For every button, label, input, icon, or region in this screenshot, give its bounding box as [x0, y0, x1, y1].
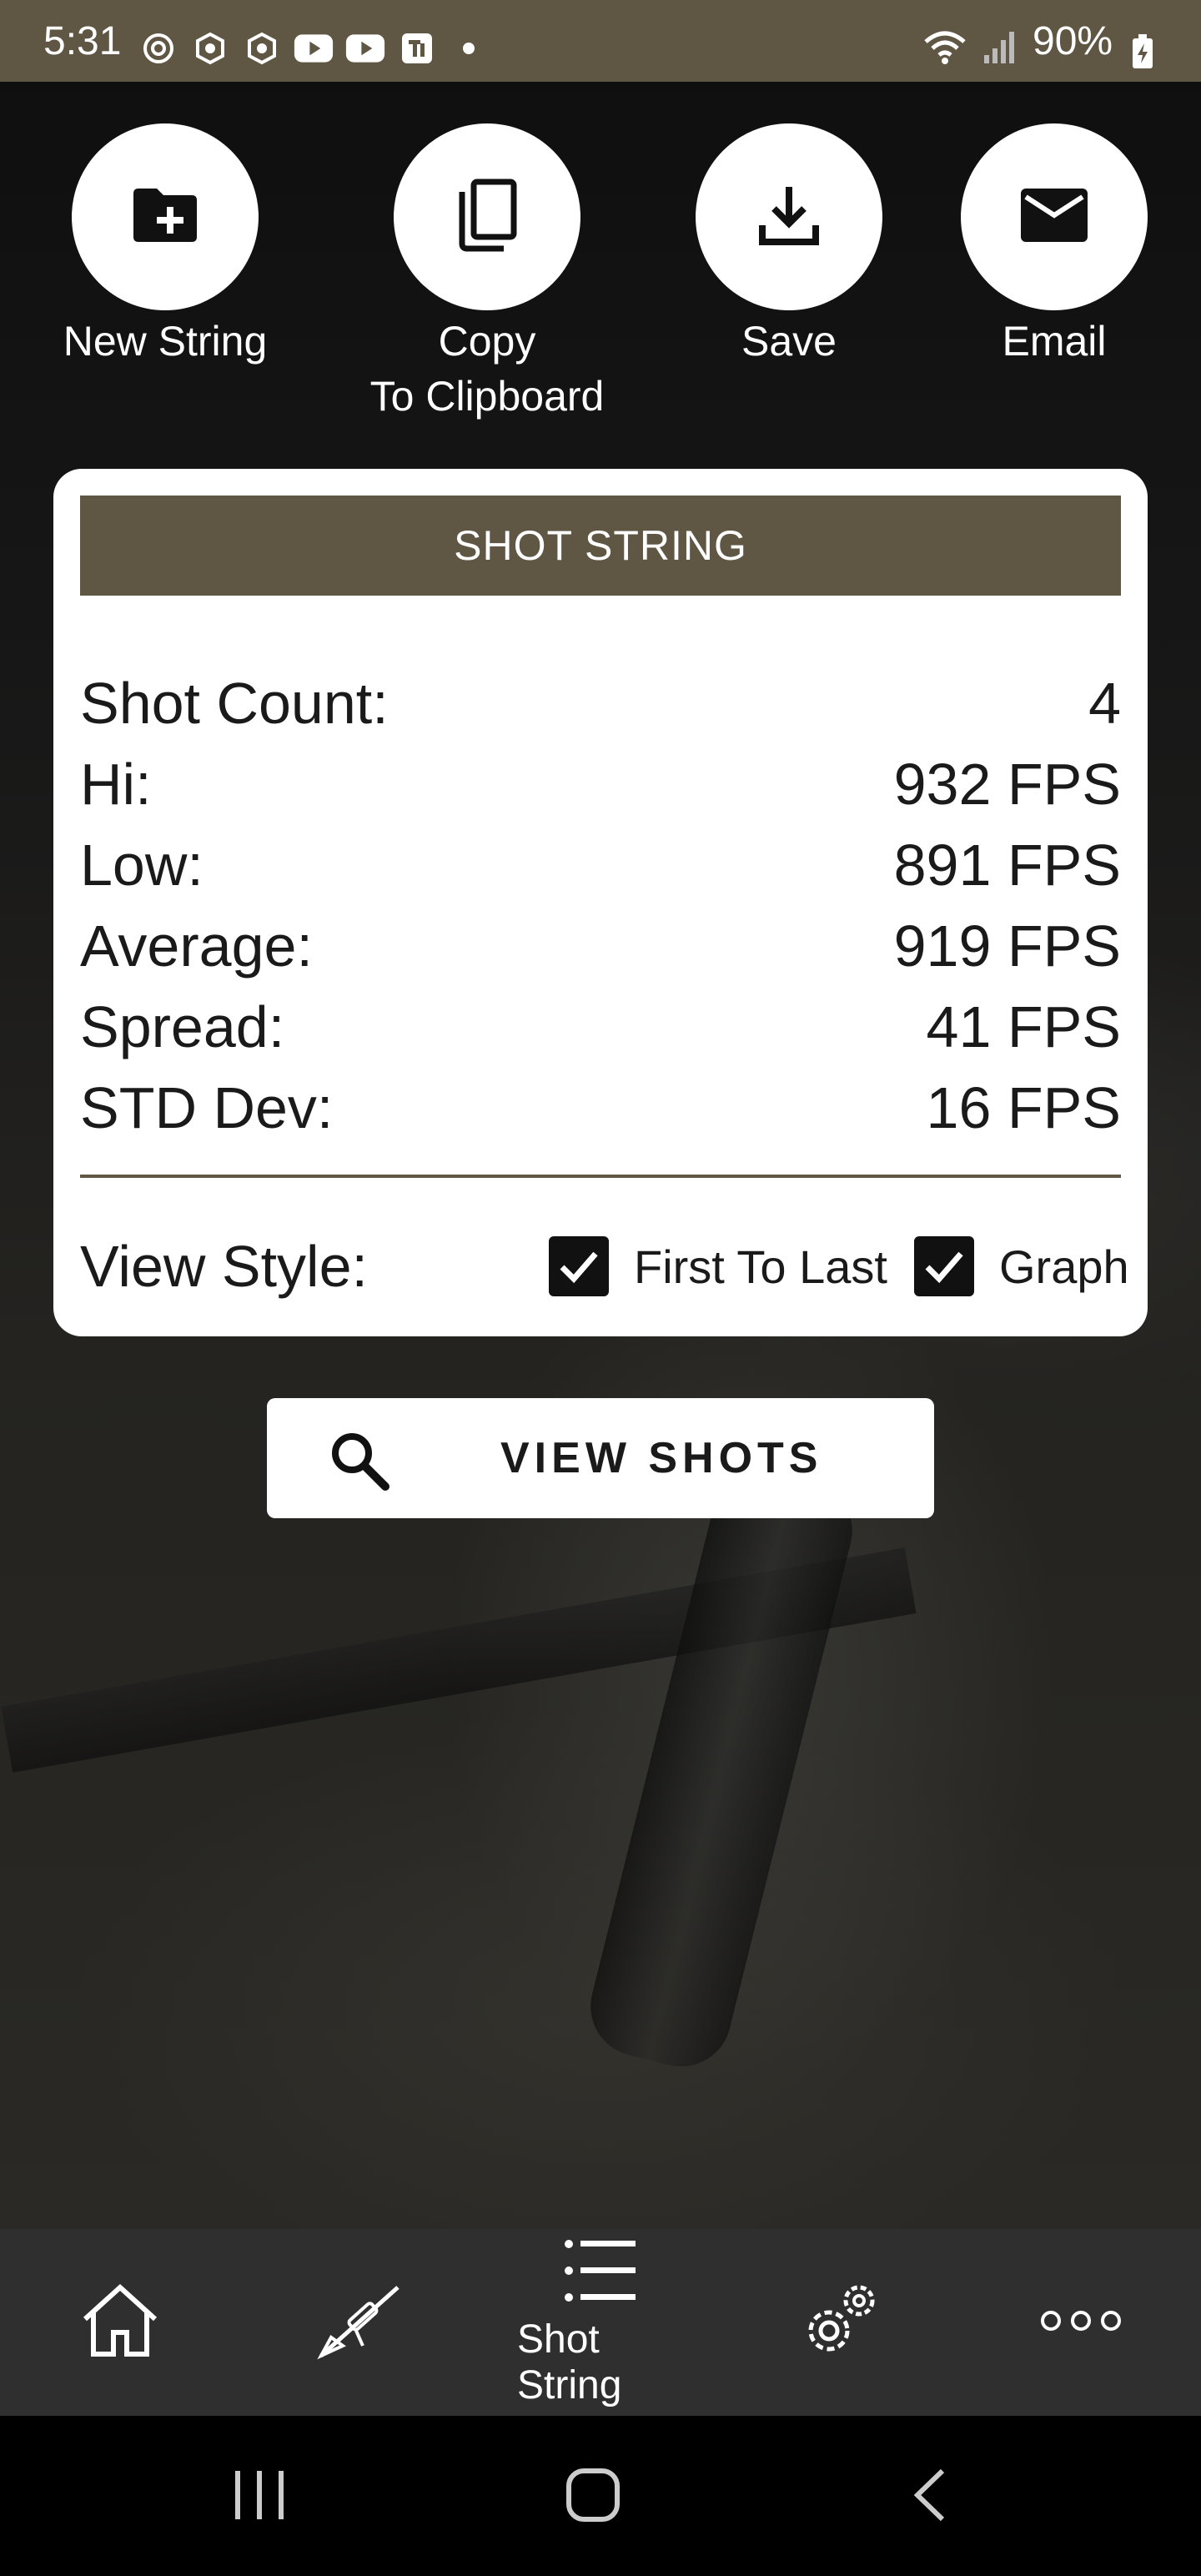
status-right-icons	[922, 28, 1019, 69]
signal-icon	[982, 28, 1019, 69]
stat-label: Low:	[80, 832, 204, 898]
new-string-circle[interactable]	[72, 123, 259, 310]
back-button[interactable]	[909, 2468, 951, 2527]
view-style-row: View Style: First To Last Graph	[80, 1216, 1129, 1316]
first-to-last-label: First To Last	[634, 1240, 887, 1293]
bottom-nav: Shot String	[0, 2229, 1201, 2416]
search-icon	[327, 1428, 390, 1496]
new-string-label: New String	[63, 318, 268, 365]
copy-icon	[454, 177, 520, 258]
list-icon	[562, 2237, 639, 2308]
email-button[interactable]: Email	[912, 123, 1196, 369]
nav-shot-string-label: Shot String	[517, 2317, 622, 2407]
battery-percent: 90%	[1033, 19, 1113, 63]
save-label: Save	[741, 318, 837, 365]
dot-icon	[449, 32, 489, 65]
nav-shot-string[interactable]: Shot String	[517, 2229, 684, 2416]
view-shots-label: VIEW SHOTS	[500, 1434, 823, 1482]
notification-icons	[138, 30, 489, 67]
stat-row-low: Low: 891 FPS	[80, 824, 1121, 905]
stat-label: Spread:	[80, 994, 285, 1059]
stat-row-shot-count: Shot Count: 4	[80, 662, 1121, 743]
battery-icon	[1131, 33, 1154, 74]
view-style-label: View Style:	[80, 1234, 368, 1299]
recent-apps-button[interactable]	[232, 2468, 287, 2527]
copy-circle[interactable]	[394, 123, 580, 310]
shot-string-card: SHOT STRING Shot Count: 4 Hi: 932 FPS Lo…	[53, 469, 1148, 1336]
status-time: 5:31	[43, 19, 122, 63]
nav-rifle[interactable]	[277, 2229, 444, 2416]
graph-option[interactable]: Graph	[914, 1236, 1129, 1296]
system-nav-bar	[0, 2416, 1201, 2576]
nav-settings[interactable]	[757, 2229, 924, 2416]
wifi-icon	[922, 28, 967, 69]
email-circle[interactable]	[961, 123, 1148, 310]
new-string-button[interactable]: New String	[23, 123, 307, 369]
stat-value: 919 FPS	[893, 913, 1121, 979]
email-label: Email	[1002, 318, 1107, 365]
tiktok-icon	[397, 32, 437, 65]
home-icon	[78, 2281, 162, 2365]
card-divider	[80, 1175, 1121, 1178]
stat-value: 891 FPS	[893, 832, 1121, 898]
rifle-icon	[314, 2279, 406, 2367]
graph-checkbox[interactable]	[914, 1236, 974, 1296]
nav-home[interactable]	[37, 2229, 204, 2416]
stat-label: Shot Count:	[80, 670, 389, 736]
copy-label: Copy To Clipboard	[369, 318, 605, 420]
graph-label: Graph	[999, 1240, 1129, 1293]
threads-icon	[138, 32, 178, 65]
stat-value: 41 FPS	[926, 994, 1121, 1059]
stat-label: Average:	[80, 913, 313, 979]
youtube-icon	[345, 32, 385, 65]
save-button[interactable]: Save	[647, 123, 931, 369]
stat-label: Hi:	[80, 751, 152, 817]
mail-icon	[1019, 187, 1089, 248]
save-circle[interactable]	[696, 123, 882, 310]
first-to-last-checkbox[interactable]	[549, 1236, 609, 1296]
stat-label: STD Dev:	[80, 1074, 334, 1140]
stat-row-average: Average: 919 FPS	[80, 905, 1121, 986]
card-title: SHOT STRING	[80, 496, 1121, 596]
stat-value: 4	[1088, 670, 1121, 736]
new-folder-icon	[130, 185, 200, 249]
openai-icon	[242, 32, 282, 65]
home-nav-button[interactable]	[565, 2468, 621, 2527]
stat-row-std-dev: STD Dev: 16 FPS	[80, 1067, 1121, 1148]
stat-value: 932 FPS	[893, 751, 1121, 817]
first-to-last-option[interactable]: First To Last	[549, 1236, 887, 1296]
openai-icon	[190, 32, 230, 65]
download-icon	[756, 182, 822, 253]
youtube-icon	[294, 32, 334, 65]
more-icon	[1039, 2308, 1123, 2337]
status-bar: 5:31 90%	[0, 0, 1201, 82]
nav-more[interactable]	[997, 2229, 1164, 2416]
view-shots-button[interactable]: VIEW SHOTS	[267, 1398, 934, 1518]
copy-to-clipboard-button[interactable]: Copy To Clipboard	[345, 123, 629, 424]
stat-row-spread: Spread: 41 FPS	[80, 986, 1121, 1067]
settings-icon	[797, 2277, 884, 2368]
stat-value: 16 FPS	[926, 1074, 1121, 1140]
stat-row-hi: Hi: 932 FPS	[80, 743, 1121, 824]
